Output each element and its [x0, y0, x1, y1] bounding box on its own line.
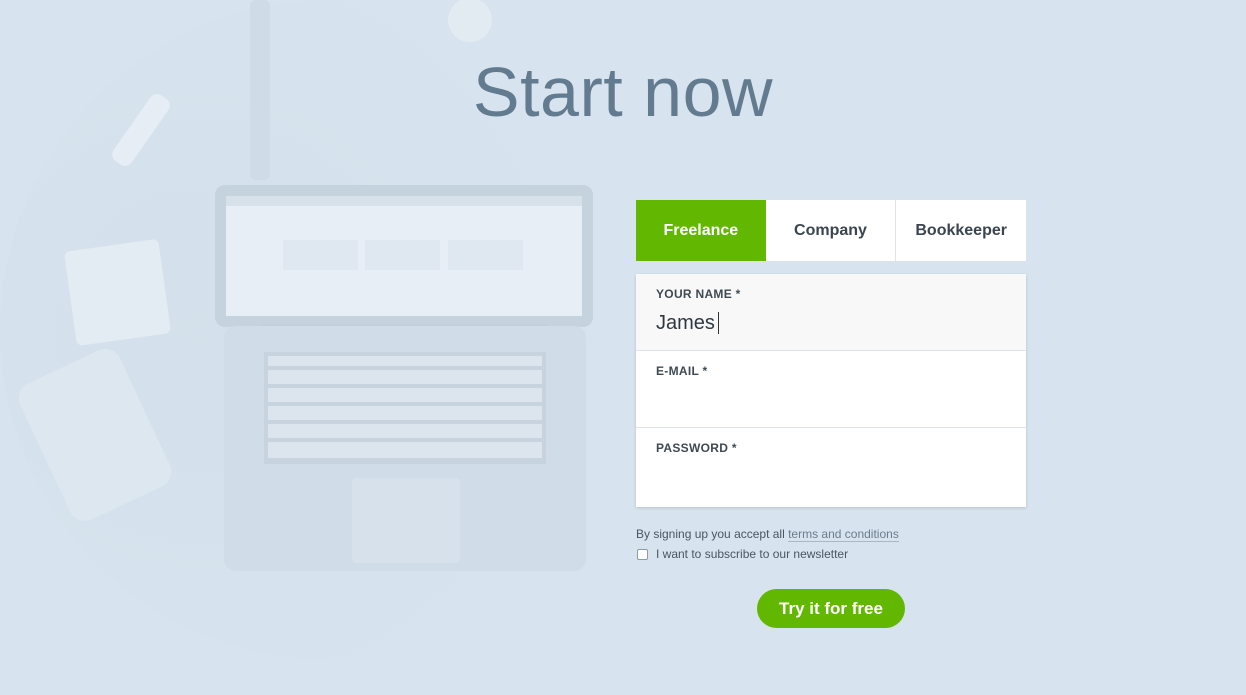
email-input[interactable]	[656, 386, 996, 414]
name-input[interactable]	[656, 309, 996, 337]
newsletter-checkbox[interactable]	[637, 548, 648, 560]
password-input[interactable]	[656, 463, 996, 491]
password-label: PASSWORD *	[656, 441, 737, 455]
tab-company[interactable]: Company	[766, 200, 896, 261]
signup-form: YOUR NAME * E-MAIL * PASSWORD *	[636, 274, 1026, 507]
newsletter-label: I want to subscribe to our newsletter	[656, 547, 849, 561]
terms-link[interactable]: terms and conditions	[788, 527, 899, 542]
email-label: E-MAIL *	[656, 364, 708, 378]
password-field[interactable]: PASSWORD *	[636, 428, 1026, 506]
terms-text: By signing up you accept all	[636, 527, 789, 541]
name-field[interactable]: YOUR NAME *	[636, 274, 1026, 351]
email-field[interactable]: E-MAIL *	[636, 351, 1026, 428]
name-label: YOUR NAME *	[656, 287, 741, 301]
account-type-tabs: Freelance Company Bookkeeper	[636, 200, 1026, 261]
newsletter-option[interactable]: I want to subscribe to our newsletter	[636, 547, 848, 561]
tab-freelance[interactable]: Freelance	[636, 200, 766, 261]
text-cursor	[718, 312, 719, 334]
terms-notice: By signing up you accept all terms and c…	[636, 527, 899, 542]
tab-bookkeeper[interactable]: Bookkeeper	[895, 200, 1026, 261]
try-free-button[interactable]: Try it for free	[757, 589, 905, 628]
page-title: Start now	[472, 53, 774, 131]
